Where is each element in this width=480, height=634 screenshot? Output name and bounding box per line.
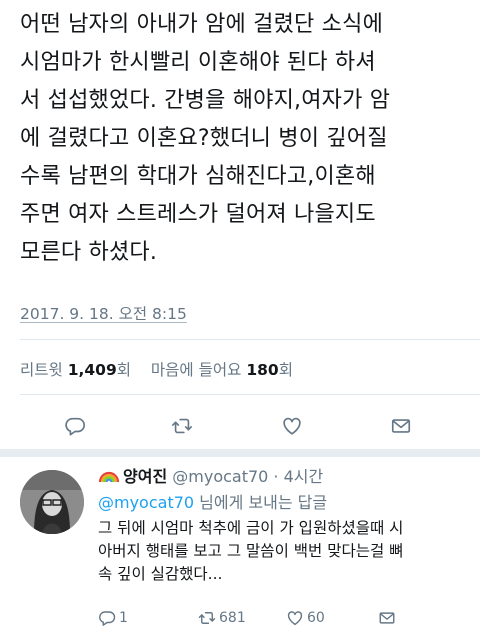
reply-action-bar: 1 681 60 [98, 605, 478, 631]
mail-icon [379, 612, 395, 624]
tweet-timestamp[interactable]: 2017. 9. 18. 오전 8:15 [20, 302, 187, 324]
reply-author-handle[interactable]: @myocat70 [172, 467, 268, 486]
like-unit: 회 [278, 361, 293, 379]
reply-button[interactable] [60, 408, 90, 444]
retweet-count: 1,409 [67, 361, 117, 379]
reply-time[interactable]: 4시간 [284, 467, 324, 486]
likes-stat[interactable]: 마음에 들어요 180회 [151, 361, 293, 379]
tweet-stats: 리트윗 1,409회 마음에 들어요 180회 [20, 358, 293, 380]
reply-retweet-count: 681 [219, 610, 246, 626]
reply-text: 그 뒤에 시엄마 척추에 금이 가 입원하셨을때 시 아버지 행태를 보고 그 … [98, 519, 404, 583]
divider [20, 339, 480, 340]
retweet-unit: 회 [116, 361, 132, 379]
section-separator [0, 449, 480, 457]
rainbow-icon [98, 471, 120, 483]
replying-to: @myocat70 님에게 보내는 답글 [98, 489, 327, 513]
divider [20, 394, 480, 395]
reply-dm-button[interactable] [378, 605, 399, 631]
avatar[interactable] [20, 470, 84, 534]
replying-to-suffix: 님에게 보내는 답글 [194, 493, 328, 512]
retweet-icon [172, 418, 192, 434]
direct-message-button[interactable] [386, 408, 416, 444]
reply-icon [65, 417, 85, 436]
reply-like-count: 60 [307, 610, 325, 626]
heart-icon [287, 611, 303, 626]
mail-icon [391, 419, 411, 433]
like-count: 180 [246, 361, 279, 379]
tweet-text: 어떤 남자의 아내가 암에 걸렸단 소식에 시엄마가 한시빨리 이혼해야 된다 … [20, 12, 391, 265]
reply-icon [99, 611, 116, 626]
reply-like-button[interactable]: 60 [286, 605, 325, 631]
reply-author-name[interactable]: 양여진 [123, 467, 167, 486]
reply-tweet[interactable]: 양여진 @myocat70 · 4시간 @myocat70 님에게 보내는 답글… [0, 457, 480, 634]
reply-retweet-button[interactable]: 681 [198, 605, 246, 631]
retweet-icon [198, 612, 216, 624]
meta-separator: · [268, 467, 284, 486]
tweet-action-bar [0, 408, 480, 444]
retweets-stat[interactable]: 리트윗 1,409회 [20, 361, 136, 379]
retweet-label: 리트윗 [20, 361, 63, 379]
like-button[interactable] [277, 408, 307, 444]
avatar-photo [20, 470, 84, 534]
heart-icon [283, 417, 301, 435]
replying-to-handle[interactable]: @myocat70 [98, 493, 194, 512]
retweet-button[interactable] [167, 408, 197, 444]
reply-header: 양여진 @myocat70 · 4시간 [98, 463, 323, 487]
like-label: 마음에 들어요 [150, 361, 242, 379]
reply-reply-button[interactable]: 1 [98, 605, 128, 631]
reply-reply-count: 1 [119, 610, 128, 626]
